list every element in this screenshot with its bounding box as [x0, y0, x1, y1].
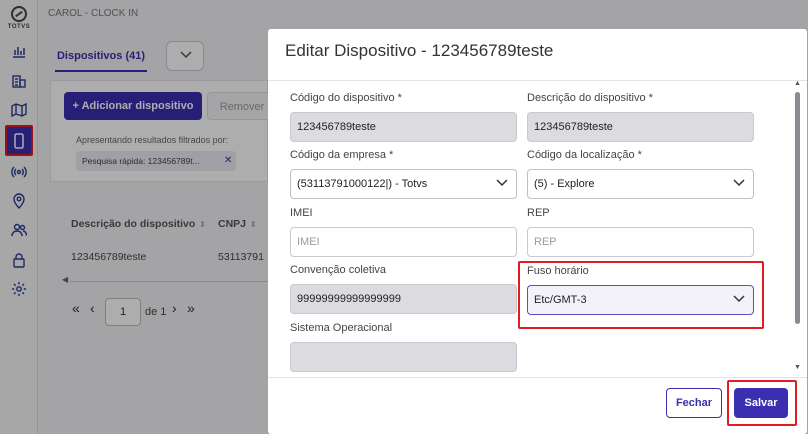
rep-field[interactable]: REP: [527, 227, 754, 257]
divider: [268, 80, 807, 81]
scroll-up-icon[interactable]: ▲: [794, 80, 801, 87]
chevron-down-icon: [733, 179, 745, 187]
location-code-label: Código da localização *: [527, 149, 642, 161]
chevron-down-icon: [496, 179, 508, 187]
save-highlight-box: [727, 380, 797, 426]
operating-system-label: Sistema Operacional: [290, 322, 393, 334]
company-code-label: Código da empresa *: [290, 149, 394, 161]
close-button[interactable]: Fechar: [666, 388, 722, 418]
company-code-value: (53113791000122|) - Totvs: [297, 178, 428, 190]
device-description-label: Descrição do dispositivo *: [527, 92, 653, 104]
operating-system-field: [290, 342, 517, 372]
device-description-field[interactable]: 123456789teste: [527, 112, 754, 142]
location-code-select[interactable]: (5) - Explore: [527, 169, 754, 199]
divider: [268, 377, 807, 378]
imei-field[interactable]: IMEI: [290, 227, 517, 257]
imei-label: IMEI: [290, 207, 313, 219]
company-code-select[interactable]: (53113791000122|) - Totvs: [290, 169, 517, 199]
device-code-field: 123456789teste: [290, 112, 517, 142]
rep-label: REP: [527, 207, 550, 219]
location-code-value: (5) - Explore: [534, 178, 595, 190]
device-code-label: Código do dispositivo *: [290, 92, 402, 104]
timezone-highlight-box: [518, 261, 764, 329]
collective-agreement-field: 99999999999999999: [290, 284, 517, 314]
dialog-title: Editar Dispositivo - 123456789teste: [285, 41, 554, 60]
scroll-down-icon[interactable]: ▼: [794, 364, 801, 371]
collective-agreement-label: Convenção coletiva: [290, 264, 387, 276]
vertical-scrollbar-thumb[interactable]: [795, 92, 800, 324]
